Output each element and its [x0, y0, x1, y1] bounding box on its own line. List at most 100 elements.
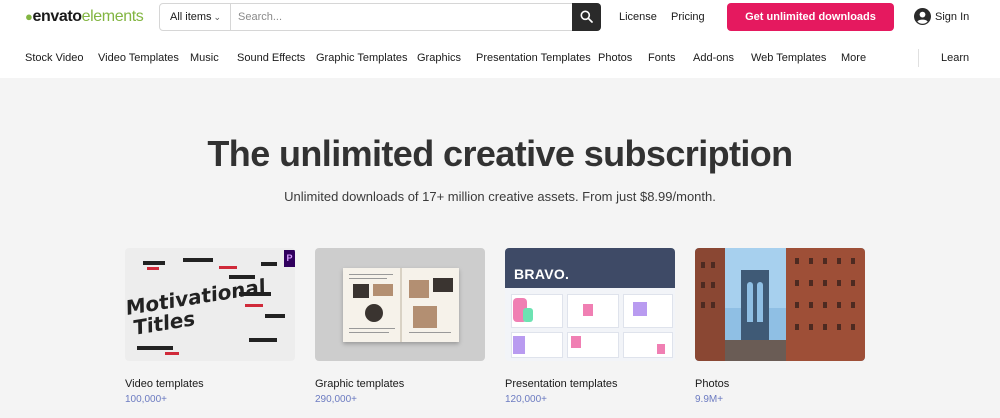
license-link[interactable]: License — [619, 11, 657, 24]
decor-shape — [583, 304, 593, 316]
search-bar: All items ⌄ — [159, 3, 601, 31]
decor-shape — [747, 282, 753, 322]
video-templates-thumbnail[interactable]: Motivational Titles P — [125, 248, 295, 361]
decor-shape — [657, 344, 665, 354]
category-video-templates[interactable]: Video Templates — [98, 51, 179, 65]
decor-shape — [349, 332, 389, 333]
decor-shape — [795, 280, 799, 286]
decor-shape — [633, 302, 647, 316]
category-presentation-templates[interactable]: Presentation Templates — [476, 51, 591, 65]
decor-shape — [143, 261, 165, 265]
decor-shape — [837, 280, 841, 286]
decor-shape — [701, 282, 705, 288]
search-button[interactable] — [572, 3, 601, 31]
decor-shape — [795, 302, 799, 308]
search-scope-value: All items — [170, 11, 212, 23]
category-sound-effects[interactable]: Sound Effects — [237, 51, 305, 65]
card-label[interactable]: Graphic templates — [315, 377, 404, 391]
decor-shape — [261, 262, 277, 266]
decor-shape — [165, 352, 179, 355]
top-bar: ●envatoelements All items ⌄ License Pric… — [0, 0, 1000, 35]
decor-shape — [147, 267, 159, 270]
decor-shape — [137, 346, 173, 350]
decor-shape — [837, 324, 841, 330]
decor-shape — [695, 248, 725, 361]
decor-shape — [409, 332, 451, 333]
decor-shape — [837, 302, 841, 308]
sign-in-label: Sign In — [935, 11, 970, 23]
decor-shape — [219, 266, 237, 269]
chevron-down-icon: ⌄ — [213, 12, 221, 22]
premiere-badge-icon: P — [284, 250, 295, 267]
category-card-presentation-templates[interactable]: BRAVO. Presentation templates 120,000+ — [505, 248, 675, 405]
category-card-photos[interactable]: Photos 9.9M+ — [695, 248, 865, 405]
decor-shape — [409, 280, 429, 298]
category-card-graphic-templates[interactable]: Graphic templates 290,000+ — [315, 248, 485, 405]
presentation-templates-thumbnail[interactable]: BRAVO. — [505, 248, 675, 361]
user-icon — [914, 8, 931, 25]
decor-shape — [413, 306, 437, 328]
card-label[interactable]: Presentation templates — [505, 377, 618, 391]
decor-shape — [851, 324, 855, 330]
decor-shape — [373, 284, 393, 296]
decor-shape — [823, 324, 827, 330]
decor-shape — [523, 308, 533, 322]
pricing-link[interactable]: Pricing — [671, 11, 705, 24]
card-count: 120,000+ — [505, 394, 547, 405]
category-fonts[interactable]: Fonts — [648, 51, 676, 65]
decor-shape — [349, 274, 393, 275]
hero-title: The unlimited creative subscription — [207, 133, 793, 174]
category-add-ons[interactable]: Add-ons — [693, 51, 734, 65]
category-photos[interactable]: Photos — [598, 51, 632, 65]
graphic-templates-thumbnail[interactable] — [315, 248, 485, 361]
category-music[interactable]: Music — [190, 51, 219, 65]
decor-shape — [795, 324, 799, 330]
decor-shape — [757, 282, 763, 322]
search-scope-dropdown[interactable]: All items ⌄ — [160, 4, 231, 30]
decor-shape — [809, 280, 813, 286]
photos-thumbnail[interactable] — [695, 248, 865, 361]
decor-shape — [623, 332, 673, 358]
decor-shape — [245, 304, 263, 307]
category-graphic-templates[interactable]: Graphic Templates — [316, 51, 408, 65]
card-count: 290,000+ — [315, 394, 357, 405]
decor-shape — [701, 302, 705, 308]
category-graphics[interactable]: Graphics — [417, 51, 461, 65]
decor-shape — [433, 278, 453, 292]
decor-shape — [851, 258, 855, 264]
category-stock-video[interactable]: Stock Video — [25, 51, 84, 65]
decor-shape — [795, 258, 799, 264]
decor-shape — [353, 284, 369, 298]
search-input[interactable] — [232, 4, 572, 30]
nav-divider — [918, 49, 919, 67]
card-label[interactable]: Photos — [695, 377, 729, 391]
decor-shape — [851, 280, 855, 286]
site-header: ●envatoelements All items ⌄ License Pric… — [0, 0, 1000, 78]
decor-shape — [701, 262, 705, 268]
learn-link[interactable]: Learn — [941, 51, 969, 65]
decor-shape — [711, 262, 715, 268]
decor-shape — [249, 338, 277, 342]
envato-elements-logo[interactable]: ●envatoelements — [25, 9, 144, 25]
card-label[interactable]: Video templates — [125, 377, 204, 391]
decor-shape — [823, 258, 827, 264]
category-more[interactable]: More — [841, 51, 866, 65]
decor-shape — [823, 280, 827, 286]
card-count: 100,000+ — [125, 394, 167, 405]
decor-shape — [725, 340, 786, 361]
decor-shape — [809, 302, 813, 308]
decor-shape — [837, 258, 841, 264]
decor-shape — [365, 304, 383, 322]
decor-shape — [809, 324, 813, 330]
thumbnail-art-text: BRAVO. — [514, 266, 570, 282]
decor-shape — [623, 294, 673, 328]
hero-subtitle: Unlimited downloads of 17+ million creat… — [284, 189, 716, 204]
decor-shape — [183, 258, 213, 262]
decor-shape — [349, 328, 395, 329]
decor-shape — [571, 336, 581, 348]
decor-shape — [809, 258, 813, 264]
category-card-video-templates[interactable]: Motivational Titles P Video templates 10… — [125, 248, 295, 405]
search-icon — [580, 10, 593, 23]
category-web-templates[interactable]: Web Templates — [751, 51, 826, 65]
get-unlimited-downloads-button[interactable]: Get unlimited downloads — [727, 3, 894, 31]
